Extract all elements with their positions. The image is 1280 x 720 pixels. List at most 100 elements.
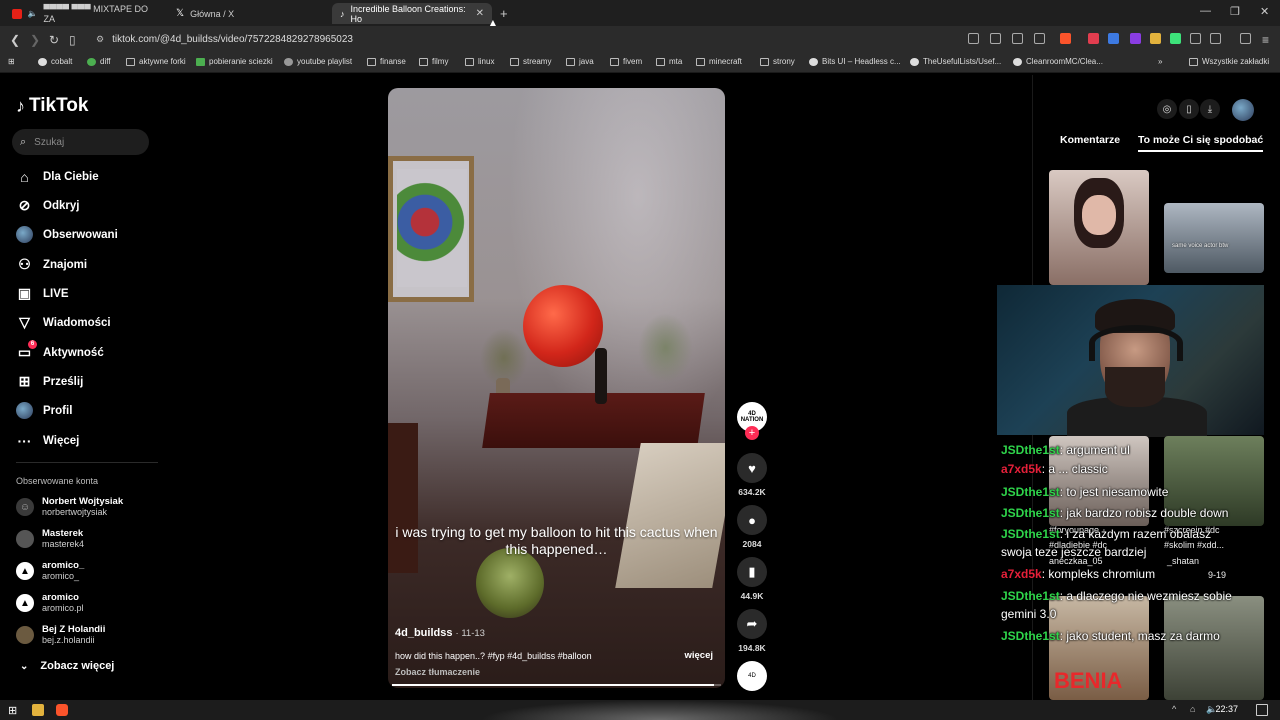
nav-item-profil[interactable]: Profil xyxy=(16,402,72,419)
like-button[interactable]: ♥ 634.2K xyxy=(737,453,767,497)
speaker-icon[interactable]: 🔈 xyxy=(28,9,38,18)
nav-item-live[interactable]: ▣ LIVE xyxy=(16,285,69,302)
followed-account[interactable]: ▲ aromico_ aromico_ xyxy=(16,560,84,582)
user-avatar[interactable] xyxy=(1232,99,1254,121)
brave-shield-icon[interactable] xyxy=(1060,33,1071,44)
extension-icon[interactable] xyxy=(1170,33,1181,44)
tab-komentarze[interactable]: Komentarze xyxy=(1060,134,1120,146)
video-author[interactable]: 4d_buildss · 11-13 xyxy=(395,627,485,639)
browser-tab-tiktok[interactable]: ♪ Incredible Balloon Creations: Ho ✕ xyxy=(332,3,492,24)
nav-label: Odkryj xyxy=(43,199,80,212)
share-button[interactable]: ➦ 194.8K xyxy=(737,609,767,653)
tab-to-moze-ci-sie-spodobac[interactable]: To może Ci się spodobać xyxy=(1138,134,1264,152)
video-progress-bar[interactable] xyxy=(392,684,721,686)
bookmark-folder-linux[interactable]: linux xyxy=(465,57,494,66)
bookmark-folder-mta[interactable]: mta xyxy=(656,57,682,66)
folder-icon xyxy=(465,57,474,66)
bookmark-folder-java[interactable]: java xyxy=(566,57,594,66)
comment-button[interactable]: ● 2084 xyxy=(737,505,767,549)
followed-account[interactable]: ☺ Norbert Wojtysiak norbertwojtysiak xyxy=(16,496,123,518)
bookmark-cleanroommc[interactable]: CleanroomMC/Clea... xyxy=(1013,57,1103,66)
nav-item-obserwowani[interactable]: Obserwowani xyxy=(16,226,118,243)
bookmarks-overflow-chevron-icon[interactable]: » xyxy=(1158,57,1162,66)
network-icon[interactable]: ⌂ xyxy=(1190,704,1202,716)
bookmark-youtube-playlist[interactable]: youtube playlist xyxy=(284,57,352,66)
nav-item-odkryj[interactable]: ⊘ Odkryj xyxy=(16,197,80,214)
nav-item-wiadomosci[interactable]: ▽ Wiadomości xyxy=(16,314,111,331)
apps-grid-icon[interactable]: ⊞ xyxy=(8,57,15,66)
bookmark-folder-strony[interactable]: strony xyxy=(760,57,795,66)
bookmark-pobieranie-sciezki[interactable]: pobieranie sciezki xyxy=(196,57,273,66)
brave-browser-icon[interactable] xyxy=(56,704,68,716)
extensions-puzzle-icon[interactable] xyxy=(1190,33,1201,44)
bookmark-folder-finanse[interactable]: finanse xyxy=(367,57,406,66)
extension-icon[interactable] xyxy=(968,33,979,44)
file-explorer-icon[interactable] xyxy=(32,704,44,716)
minimize-icon[interactable]: — xyxy=(1200,5,1211,17)
recommended-video-thumb[interactable] xyxy=(1164,596,1264,700)
recommended-video-thumb[interactable]: BENIA xyxy=(1049,596,1149,700)
tray-chevron-icon[interactable]: ^ xyxy=(1172,704,1184,716)
extension-icon[interactable] xyxy=(1150,33,1161,44)
bookmark-folder-streamy[interactable]: streamy xyxy=(510,57,551,66)
bookmark-all-bookmarks[interactable]: Wszystkie zakładki xyxy=(1189,57,1269,66)
sidebar-icon[interactable] xyxy=(1210,33,1221,44)
nav-item-aktywnosc[interactable]: ▭ 6 Aktywność xyxy=(16,340,104,361)
nav-item-znajomi[interactable]: ⚇ Znajomi xyxy=(16,256,87,273)
recommended-video-thumb[interactable]: same voice actor btw xyxy=(1164,203,1264,273)
nav-label: LIVE xyxy=(43,287,69,300)
forward-arrow-icon[interactable]: ❯ xyxy=(30,33,40,47)
new-tab-button[interactable]: + xyxy=(500,6,508,21)
followed-account[interactable]: Bej Z Holandii bej.z.holandii xyxy=(16,624,105,646)
bookmark-aktywne-forki[interactable]: aktywne forki xyxy=(126,57,186,66)
extension-icon[interactable] xyxy=(1088,33,1099,44)
media-icon[interactable] xyxy=(1240,33,1251,44)
download-icon[interactable]: ⤓ xyxy=(1200,99,1220,119)
follow-button[interactable]: + xyxy=(745,426,759,440)
browser-tab-mixtape[interactable]: 🔈 ▀▀▀▀ ▀▀▀ MIXTAPE DO ZA xyxy=(4,3,164,24)
extension-icon[interactable] xyxy=(1130,33,1141,44)
bookmark-folder-filmy[interactable]: filmy xyxy=(419,57,448,66)
bookmark-folder-minecraft[interactable]: minecraft xyxy=(696,57,742,66)
menu-icon[interactable]: ≡ xyxy=(1262,33,1269,47)
nav-item-wiecej[interactable]: ··· Więcej xyxy=(16,432,80,449)
translate-link[interactable]: Zobacz tłumaczenie xyxy=(395,667,480,677)
url-field[interactable]: ⚙ tiktok.com/@4d_buildss/video/757228482… xyxy=(90,30,960,49)
notifications-icon[interactable] xyxy=(1256,704,1268,716)
music-disc-button[interactable]: 4D xyxy=(737,661,767,691)
search-input[interactable]: ⌕ Szukaj xyxy=(12,129,149,155)
explore-icon[interactable]: ◎ xyxy=(1157,99,1177,119)
bookmark-diff[interactable]: diff xyxy=(87,57,111,66)
video-player[interactable]: i was trying to get my balloon to hit th… xyxy=(388,88,725,688)
site-settings-icon[interactable]: ⚙ xyxy=(96,34,104,45)
see-more-accounts-link[interactable]: ⌄ Zobacz więcej xyxy=(20,660,114,672)
back-arrow-icon[interactable]: ❮ xyxy=(10,33,20,47)
save-button[interactable]: ▮ 44.9K xyxy=(737,557,767,601)
description-more-button[interactable]: więcej xyxy=(684,650,713,661)
extension-icon[interactable] xyxy=(990,33,1001,44)
recommended-video-thumb[interactable] xyxy=(1049,170,1149,285)
close-tab-icon[interactable]: ✕ xyxy=(476,8,484,19)
start-menu-icon[interactable]: ⊞ xyxy=(8,704,20,717)
translate-icon[interactable] xyxy=(1012,33,1023,44)
followed-account[interactable]: Masterek masterek4 xyxy=(16,528,84,550)
restore-icon[interactable]: ❐ xyxy=(1230,5,1240,18)
bookmark-page-icon[interactable]: ▯ xyxy=(69,33,76,47)
tiktok-logo[interactable]: ♪ TikTok xyxy=(16,95,88,117)
bookmark-theusefullists[interactable]: TheUsefulLists/Usef... xyxy=(910,57,1001,66)
thumb-face xyxy=(1082,195,1116,235)
messages-icon: ▽ xyxy=(19,314,30,330)
followed-account[interactable]: ▲ aromico aromico.pl xyxy=(16,592,84,614)
reload-icon[interactable]: ↻ xyxy=(49,33,59,47)
share-page-icon[interactable] xyxy=(1034,33,1045,44)
taskbar-clock[interactable]: 22:37 xyxy=(1215,704,1238,714)
device-icon[interactable]: ▯ xyxy=(1179,99,1199,119)
extension-icon[interactable] xyxy=(1108,33,1119,44)
window-close-icon[interactable]: ✕ xyxy=(1260,5,1269,18)
bookmark-folder-fivem[interactable]: fivem xyxy=(610,57,642,66)
bookmark-cobalt[interactable]: cobalt xyxy=(38,57,72,66)
nav-item-dla-ciebie[interactable]: ⌂ Dla Ciebie xyxy=(16,168,98,185)
browser-tab-x[interactable]: 𝕏 Główna / X xyxy=(168,3,328,24)
bookmark-bits-ui[interactable]: Bits UI – Headless c... xyxy=(809,57,901,66)
nav-item-przeslij[interactable]: ⊞ Prześlij xyxy=(16,373,84,390)
